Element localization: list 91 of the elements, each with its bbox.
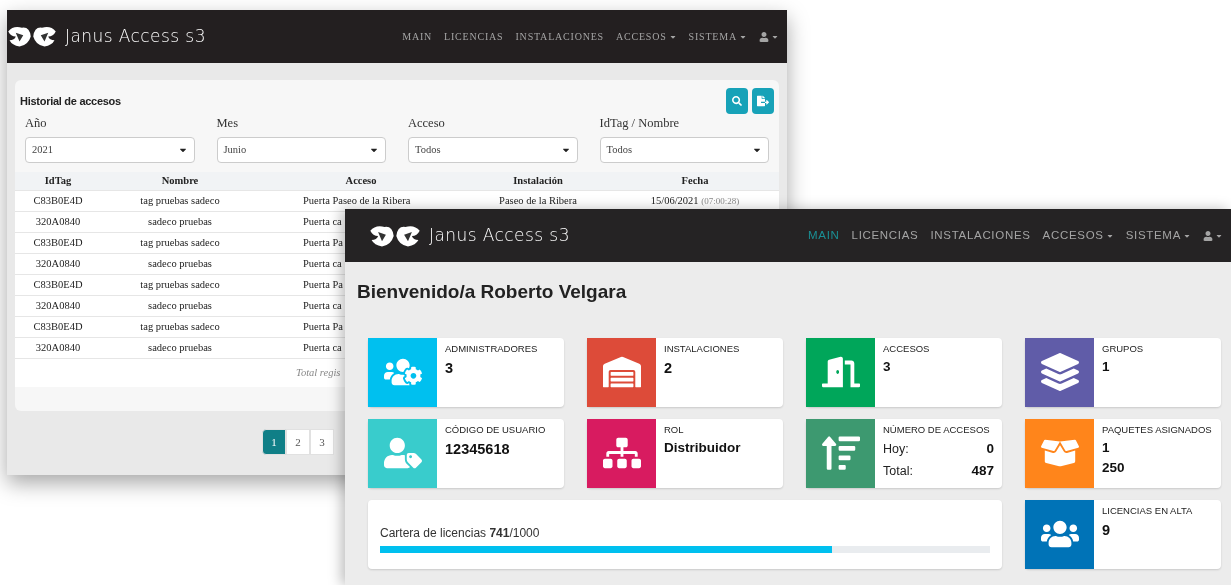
nav-link[interactable]: MAIN xyxy=(808,226,840,245)
table-cell: Puerta Pa xyxy=(303,320,343,332)
filter-select[interactable]: Todos xyxy=(408,136,578,163)
card-value: 3 xyxy=(883,358,892,376)
table-cell-text: sadeco pruebas xyxy=(147,340,213,355)
column-header: Fecha xyxy=(680,173,710,188)
table-cell-text: C83B0E4D xyxy=(32,235,84,250)
card-label: ADMINISTRADORES xyxy=(445,341,539,356)
card-value: 2 xyxy=(664,358,674,377)
table-cell: Puerta Paseo de la Ribera xyxy=(303,194,411,206)
table-cell-text: C83B0E4D xyxy=(32,319,84,334)
page-button[interactable]: 2 xyxy=(286,429,310,455)
search-button[interactable] xyxy=(726,88,748,114)
table-cell-text: 320A0840 xyxy=(34,214,82,229)
filter-label: Mes xyxy=(216,115,240,132)
table-cell-text: tag pruebas sadeco xyxy=(139,277,221,292)
sort-arrow-icon xyxy=(821,434,860,472)
card-title: Historial de accesos xyxy=(20,93,121,109)
table-cell: Puerta ca xyxy=(303,341,342,353)
filter-select[interactable]: Junio xyxy=(216,136,386,163)
table-cell-text: sadeco pruebas xyxy=(147,214,213,229)
card-label: ROL xyxy=(664,422,685,437)
table-cell: 15/06/2021 (07:00:28) xyxy=(650,194,740,206)
filter-label: Año xyxy=(25,115,48,132)
table-cell-text: C83B0E4D xyxy=(32,193,84,208)
column-header: IdTag xyxy=(43,173,73,188)
user-menu[interactable] xyxy=(759,31,779,42)
card-label: ACCESOS xyxy=(883,341,931,356)
stat-value: 487 xyxy=(971,462,994,480)
nav-link[interactable]: INSTALACIONES xyxy=(930,226,1031,245)
search-icon xyxy=(732,96,742,106)
nav-link[interactable]: INSTALACIONES xyxy=(515,29,604,44)
user-menu[interactable] xyxy=(1203,230,1223,241)
table-cell-text: 320A0840 xyxy=(34,298,82,313)
welcome-heading: Bienvenido/a Roberto Velgara xyxy=(357,280,628,304)
table-cell: Puerta ca xyxy=(303,215,342,227)
card-value: 1 xyxy=(1102,358,1111,376)
page-button[interactable]: 1 xyxy=(262,429,286,455)
filter-label: Acceso xyxy=(408,115,446,132)
card-label: GRUPOS xyxy=(1102,341,1145,356)
table-cell: Paseo de la Ribera xyxy=(499,194,577,206)
table-cell: Puerta ca xyxy=(303,257,342,269)
license-summary: Cartera de licencias 741/1000 xyxy=(380,524,541,542)
table-cell: Puerta Pa xyxy=(303,236,343,248)
export-button[interactable] xyxy=(752,88,774,114)
table-cell: Puerta Pa xyxy=(303,278,343,290)
nav-link[interactable]: MAIN xyxy=(402,29,433,44)
table-cell-text: sadeco pruebas xyxy=(147,298,213,313)
table-cell: Puerta ca xyxy=(303,299,342,311)
stat-value: 0 xyxy=(986,439,994,458)
stat-label: Total: xyxy=(883,462,913,480)
column-header: Acceso xyxy=(344,173,378,188)
card-label: NÚMERO DE ACCESOS xyxy=(883,422,991,437)
filter-select[interactable]: Todos xyxy=(599,136,769,163)
card-value: 250 xyxy=(1102,459,1126,477)
column-header: Instalación xyxy=(512,173,564,188)
nav-link[interactable]: LICENCIAS xyxy=(851,226,919,245)
user-icon xyxy=(759,31,769,42)
table-cell-text: 320A0840 xyxy=(34,256,82,271)
filter-label: IdTag / Nombre xyxy=(599,115,681,132)
brand-title: Janus Access s3 xyxy=(65,24,206,48)
table-cell-text: tag pruebas sadeco xyxy=(139,193,221,208)
card-value: 1 xyxy=(1102,439,1111,457)
file-export-icon xyxy=(757,95,769,107)
filter-select[interactable]: 2021 xyxy=(25,136,195,163)
table-cell-text: tag pruebas sadeco xyxy=(139,235,221,250)
nav-link[interactable]: ACCESOS xyxy=(1042,226,1114,245)
card-label: CÓDIGO DE USUARIO xyxy=(445,422,547,437)
nav-link[interactable]: ACCESOS xyxy=(616,29,677,44)
card-label: PAQUETES ASIGNADOS xyxy=(1102,422,1213,437)
nav-link[interactable]: SISTEMA xyxy=(1125,226,1191,245)
card-value: Distribuidor xyxy=(664,439,742,457)
brand-title: Janus Access s3 xyxy=(429,223,570,247)
card-label: INSTALACIONES xyxy=(664,341,741,356)
nav-link[interactable]: LICENCIAS xyxy=(444,29,504,44)
user-icon xyxy=(1203,230,1213,241)
table-cell-text: sadeco pruebas xyxy=(147,256,213,271)
card-value: 9 xyxy=(1102,520,1112,539)
card-value: 12345618 xyxy=(445,439,511,458)
total-records-text: Total regis xyxy=(296,365,341,380)
page-button[interactable]: 3 xyxy=(310,429,334,455)
table-cell-text: 320A0840 xyxy=(34,340,82,355)
nav-link[interactable]: SISTEMA xyxy=(688,29,747,44)
column-header: Nombre xyxy=(160,173,200,188)
logo-icon xyxy=(7,24,57,49)
card-value: 3 xyxy=(445,358,455,377)
layers-icon xyxy=(1040,353,1079,391)
table-cell-text: C83B0E4D xyxy=(32,277,84,292)
table-cell-text: tag pruebas sadeco xyxy=(139,319,221,334)
stat-label: Hoy: xyxy=(883,440,909,458)
card-label: LICENCIAS EN ALTA xyxy=(1102,503,1194,518)
